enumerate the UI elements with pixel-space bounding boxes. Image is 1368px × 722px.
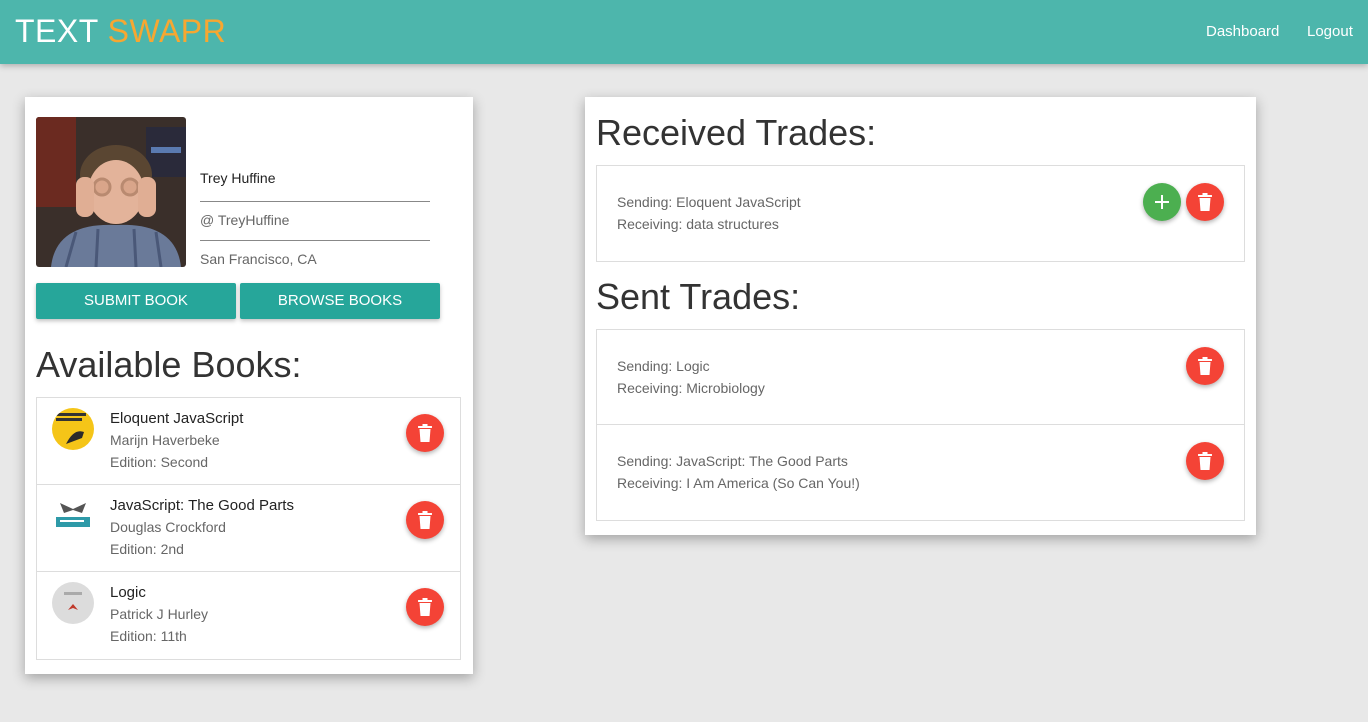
profile-location: San Francisco, CA (200, 251, 317, 267)
received-trades-list: Sending: Eloquent JavaScript Receiving: … (596, 165, 1245, 262)
trade-item: Sending: Logic Receiving: Microbiology (597, 330, 1244, 425)
navbar: TEXT SWAPR Dashboard Logout (0, 0, 1368, 64)
book-edition: Edition: Second (110, 454, 209, 470)
book-title: Eloquent JavaScript (110, 410, 244, 427)
trash-icon (418, 511, 432, 529)
trash-icon (1198, 452, 1212, 470)
book-edition: Edition: 2nd (110, 541, 184, 557)
delete-trade-button[interactable] (1186, 183, 1224, 221)
nav-dashboard-link[interactable]: Dashboard (1206, 22, 1279, 42)
profile-divider (200, 201, 430, 202)
trade-item: Sending: Eloquent JavaScript Receiving: … (597, 166, 1244, 261)
book-title: JavaScript: The Good Parts (110, 497, 294, 514)
sent-trades-list: Sending: Logic Receiving: Microbiology S… (596, 329, 1245, 521)
book-cover-image (52, 495, 94, 537)
trade-receiving: Receiving: I Am America (So Can You!) (617, 475, 860, 491)
delete-trade-button[interactable] (1186, 442, 1224, 480)
delete-book-button[interactable] (406, 501, 444, 539)
brand-text: TEXT (15, 13, 99, 49)
profile-handle: @ TreyHuffine (200, 212, 290, 228)
delete-book-button[interactable] (406, 588, 444, 626)
trash-icon (1198, 357, 1212, 375)
brand-logo[interactable]: TEXT SWAPR (15, 12, 226, 50)
accept-trade-button[interactable] (1143, 183, 1181, 221)
sent-trades-title: Sent Trades: (596, 276, 801, 317)
trade-sending: Sending: JavaScript: The Good Parts (617, 453, 848, 469)
trash-icon (418, 424, 432, 442)
book-list: Eloquent JavaScript Marijn Haverbeke Edi… (36, 397, 461, 660)
book-title: Logic (110, 584, 146, 601)
trash-icon (418, 598, 432, 616)
trade-sending: Sending: Eloquent JavaScript (617, 194, 801, 210)
delete-trade-button[interactable] (1186, 347, 1224, 385)
trade-receiving: Receiving: Microbiology (617, 380, 765, 396)
submit-book-button[interactable]: SUBMIT BOOK (36, 283, 236, 319)
received-trades-title: Received Trades: (596, 112, 877, 153)
book-edition: Edition: 11th (110, 628, 187, 644)
available-books-title: Available Books: (36, 344, 302, 385)
profile-card: Trey Huffine @ TreyHuffine San Francisco… (25, 97, 473, 674)
brand-accent-text: SWAPR (107, 13, 227, 49)
delete-book-button[interactable] (406, 414, 444, 452)
trash-icon (1198, 193, 1212, 211)
trades-card: Received Trades: Sending: Eloquent JavaS… (585, 97, 1256, 535)
list-item: Logic Patrick J Hurley Edition: 11th (37, 572, 460, 659)
book-author: Marijn Haverbeke (110, 432, 220, 448)
book-author: Patrick J Hurley (110, 606, 209, 622)
list-item: Eloquent JavaScript Marijn Haverbeke Edi… (37, 398, 460, 485)
plus-icon (1155, 195, 1169, 209)
browse-books-button[interactable]: BROWSE BOOKS (240, 283, 440, 319)
book-cover-image (52, 408, 94, 450)
trade-sending: Sending: Logic (617, 358, 710, 374)
book-cover-image (52, 582, 94, 624)
list-item: JavaScript: The Good Parts Douglas Crock… (37, 485, 460, 572)
trade-receiving: Receiving: data structures (617, 216, 779, 232)
nav-logout-link[interactable]: Logout (1307, 22, 1353, 42)
profile-divider (200, 240, 430, 241)
trade-item: Sending: JavaScript: The Good Parts Rece… (597, 425, 1244, 520)
profile-name: Trey Huffine (200, 170, 276, 186)
avatar (36, 117, 186, 267)
book-author: Douglas Crockford (110, 519, 226, 535)
